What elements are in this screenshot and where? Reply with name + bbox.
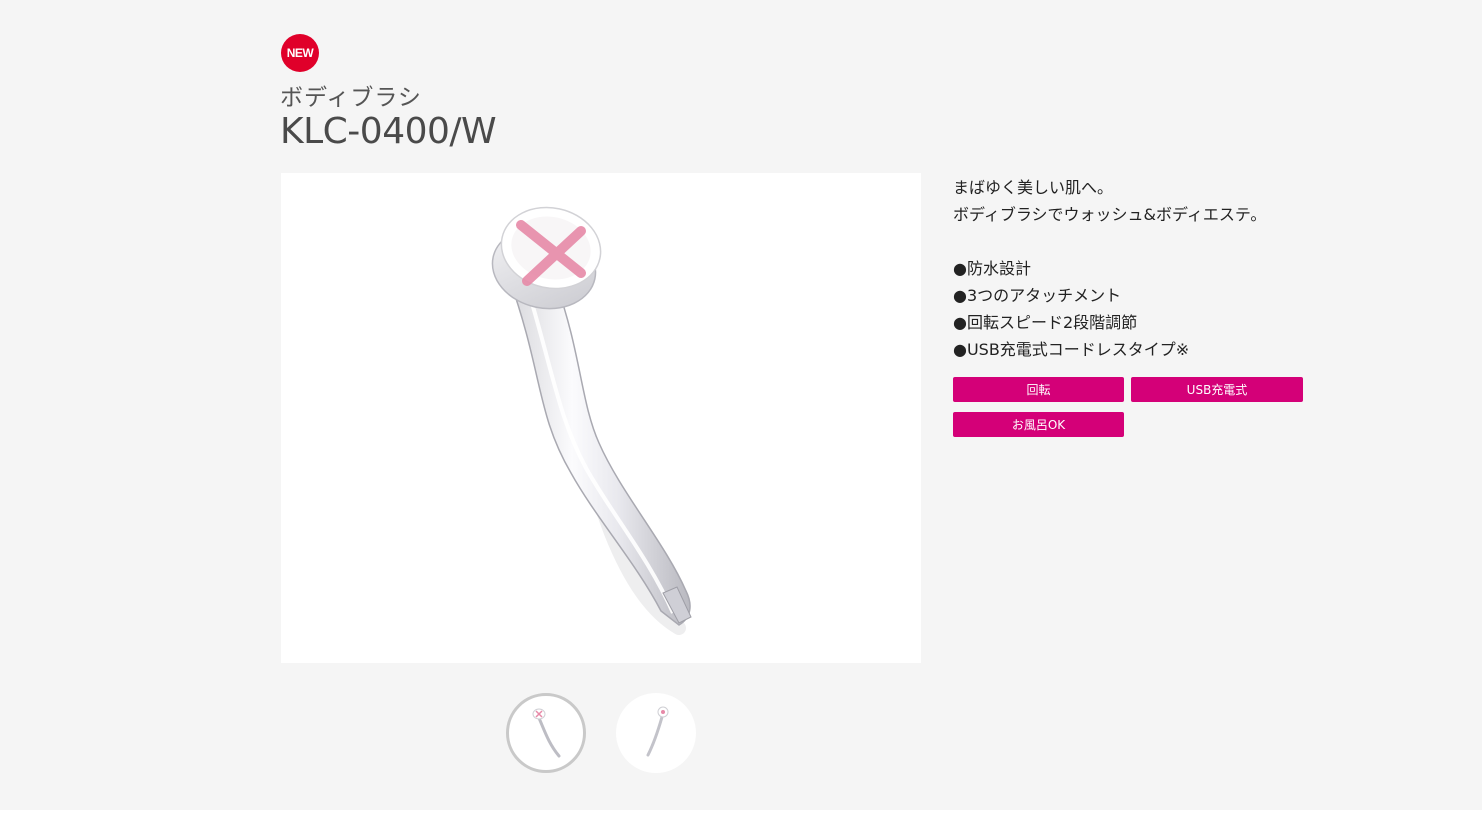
- body-brush-illustration: [491, 206, 692, 635]
- feature-item: ●USB充電式コードレスタイプ※: [953, 340, 1190, 359]
- feature-item: ●防水設計: [953, 259, 1031, 278]
- new-badge: NEW: [281, 34, 319, 72]
- thumbnail-brush-image: [532, 708, 561, 758]
- product-category: ボディブラシ: [280, 85, 422, 111]
- tag-usb-charging[interactable]: USB充電式: [1131, 377, 1303, 402]
- page-bottom-edge: [0, 810, 1482, 814]
- feature-item: ●回転スピード2段階調節: [953, 313, 1138, 332]
- product-model-number: KLC-0400/W: [280, 111, 497, 152]
- tag-bath-ok[interactable]: お風呂OK: [953, 412, 1124, 437]
- thumbnail-image-1[interactable]: [506, 693, 586, 773]
- product-description: まばゆく美しい肌へ。 ボディブラシでウォッシュ&ボディエステ。 ●防水設計 ●3…: [953, 174, 1266, 363]
- thumbnail-image-2[interactable]: [616, 693, 696, 773]
- feature-item: ●3つのアタッチメント: [953, 286, 1122, 305]
- tag-rotation[interactable]: 回転: [953, 377, 1124, 402]
- product-main-image: [281, 173, 921, 663]
- description-line: ボディブラシでウォッシュ&ボディエステ。: [953, 205, 1267, 224]
- description-line: まばゆく美しい肌へ。: [953, 178, 1114, 197]
- thumbnail-brush-image: [646, 706, 669, 757]
